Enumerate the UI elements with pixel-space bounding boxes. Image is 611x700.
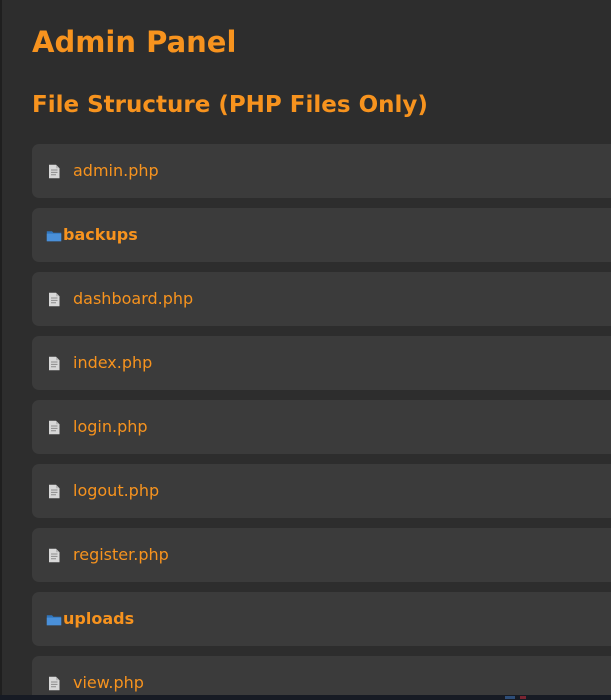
file-label: admin.php [73, 161, 159, 180]
folder-icon [46, 614, 62, 625]
folder-item-backups[interactable]: backups [32, 208, 611, 262]
file-icon [49, 356, 60, 370]
file-icon [49, 420, 60, 434]
file-icon [49, 292, 60, 306]
file-list: admin.php backups dashboard.php index.ph… [32, 144, 611, 700]
admin-panel-page: Admin Panel File Structure (PHP Files On… [0, 0, 611, 700]
file-item-login[interactable]: login.php [32, 400, 611, 454]
folder-item-uploads[interactable]: uploads [32, 592, 611, 646]
file-icon [49, 164, 60, 178]
page-title: Admin Panel [32, 25, 237, 59]
file-structure-title: File Structure (PHP Files Only) [32, 92, 428, 118]
file-item-logout[interactable]: logout.php [32, 464, 611, 518]
file-item-view[interactable]: view.php [32, 656, 611, 700]
file-item-register[interactable]: register.php [32, 528, 611, 582]
left-border [0, 0, 2, 700]
file-label: view.php [73, 673, 144, 692]
window-edge-mark [505, 696, 515, 699]
window-edge-mark [520, 696, 526, 699]
file-icon [49, 484, 60, 498]
file-icon [49, 676, 60, 690]
file-label: login.php [73, 417, 148, 436]
file-label: index.php [73, 353, 153, 372]
folder-label: uploads [63, 609, 135, 628]
file-item-index[interactable]: index.php [32, 336, 611, 390]
file-label: register.php [73, 545, 169, 564]
file-icon [49, 548, 60, 562]
file-label: dashboard.php [73, 289, 194, 308]
file-item-dashboard[interactable]: dashboard.php [32, 272, 611, 326]
folder-label: backups [63, 225, 138, 244]
folder-icon [46, 230, 62, 241]
file-item-admin[interactable]: admin.php [32, 144, 611, 198]
file-label: logout.php [73, 481, 160, 500]
